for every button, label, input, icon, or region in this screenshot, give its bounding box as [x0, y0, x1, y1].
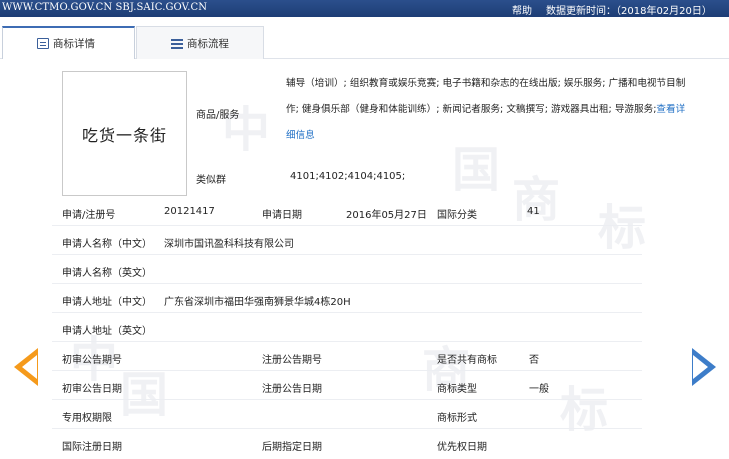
- row-divider: [52, 283, 642, 284]
- list-icon: [171, 38, 183, 49]
- row-divider: [52, 399, 642, 400]
- exclusive-period-label: 专用权期限: [62, 413, 112, 424]
- tab-trademark-process[interactable]: 商标流程: [136, 26, 264, 59]
- form-label: 商标形式: [437, 413, 477, 424]
- site-domains[interactable]: WWW.CTMO.GOV.CN SBJ.SAIC.GOV.CN: [2, 2, 207, 13]
- apply-date-value: 2016年05月27日: [346, 210, 427, 221]
- trademark-name: 吃货一条街: [81, 125, 167, 145]
- intl-class-label: 国际分类: [437, 210, 477, 221]
- row-divider: [52, 312, 642, 313]
- goods-services-text: 辅导（培训）; 组织教育或娱乐竞赛; 电子书籍和杂志的在线出版; 娱乐服务; 广…: [286, 78, 686, 115]
- tab-strip: 商标详情 商标流程: [0, 17, 729, 59]
- address-cn-label: 申请人地址（中文）: [62, 297, 152, 308]
- address-cn-value: 广东省深圳市福田华强南狮景华城4栋20H: [164, 297, 351, 308]
- shared-value: 否: [529, 355, 539, 366]
- reg-no-value: 20121417: [164, 206, 215, 217]
- intl-reg-date-label: 国际注册日期: [62, 442, 122, 453]
- trademark-detail-panel: 中 国 商 标 中 国 商 标 吃货一条街 商品/服务 辅导（培训）; 组织教育…: [0, 60, 729, 459]
- reg-pub-no-label: 注册公告期号: [262, 355, 322, 366]
- watermark-text: 中: [222, 102, 271, 158]
- intl-class-value: 41: [527, 206, 540, 217]
- tab-label: 商标详情: [53, 38, 95, 50]
- reg-no-label: 申请/注册号: [62, 210, 116, 221]
- data-update-time: 数据更新时间：（2018年02月20日）: [546, 6, 712, 17]
- prelim-no-label: 初审公告期号: [62, 355, 122, 366]
- goods-services-label: 商品/服务: [196, 110, 240, 121]
- type-value: 一般: [529, 384, 549, 395]
- row-divider: [52, 225, 642, 226]
- watermark-text: 国: [120, 367, 169, 423]
- tab-label: 商标流程: [187, 37, 229, 50]
- priority-date-label: 优先权日期: [437, 442, 487, 453]
- row-divider: [52, 370, 642, 371]
- goods-services-list: 辅导（培训）; 组织教育或娱乐竞赛; 电子书籍和杂志的在线出版; 娱乐服务; 广…: [286, 71, 686, 149]
- previous-arrow-icon[interactable]: [14, 348, 38, 386]
- apply-date-label: 申请日期: [262, 210, 302, 221]
- trademark-image: 吃货一条街: [62, 71, 187, 196]
- applicant-cn-value: 深圳市国讯盈科科技有限公司: [164, 239, 294, 250]
- applicant-en-label: 申请人名称（英文）: [62, 268, 152, 279]
- prelim-date-label: 初审公告日期: [62, 384, 122, 395]
- shared-label: 是否共有商标: [437, 355, 497, 366]
- document-icon: [37, 38, 49, 49]
- tab-trademark-detail[interactable]: 商标详情: [2, 26, 135, 59]
- address-en-label: 申请人地址（英文）: [62, 326, 152, 337]
- row-divider: [52, 254, 642, 255]
- applicant-cn-label: 申请人名称（中文）: [62, 239, 152, 250]
- top-bar: WWW.CTMO.GOV.CN SBJ.SAIC.GOV.CN 帮助 数据更新时…: [0, 0, 729, 17]
- row-divider: [52, 428, 642, 429]
- later-date-label: 后期指定日期: [262, 442, 322, 453]
- type-label: 商标类型: [437, 384, 477, 395]
- next-arrow-icon[interactable]: [692, 348, 716, 386]
- watermark-text: 标: [560, 382, 609, 438]
- row-divider: [52, 341, 642, 342]
- similar-group-value: 4101;4102;4104;4105;: [290, 171, 406, 182]
- watermark-text: 商: [512, 172, 561, 228]
- reg-pub-date-label: 注册公告日期: [262, 384, 322, 395]
- similar-group-label: 类似群: [196, 175, 226, 186]
- help-link[interactable]: 帮助: [512, 2, 532, 17]
- watermark-text: 标: [598, 200, 647, 256]
